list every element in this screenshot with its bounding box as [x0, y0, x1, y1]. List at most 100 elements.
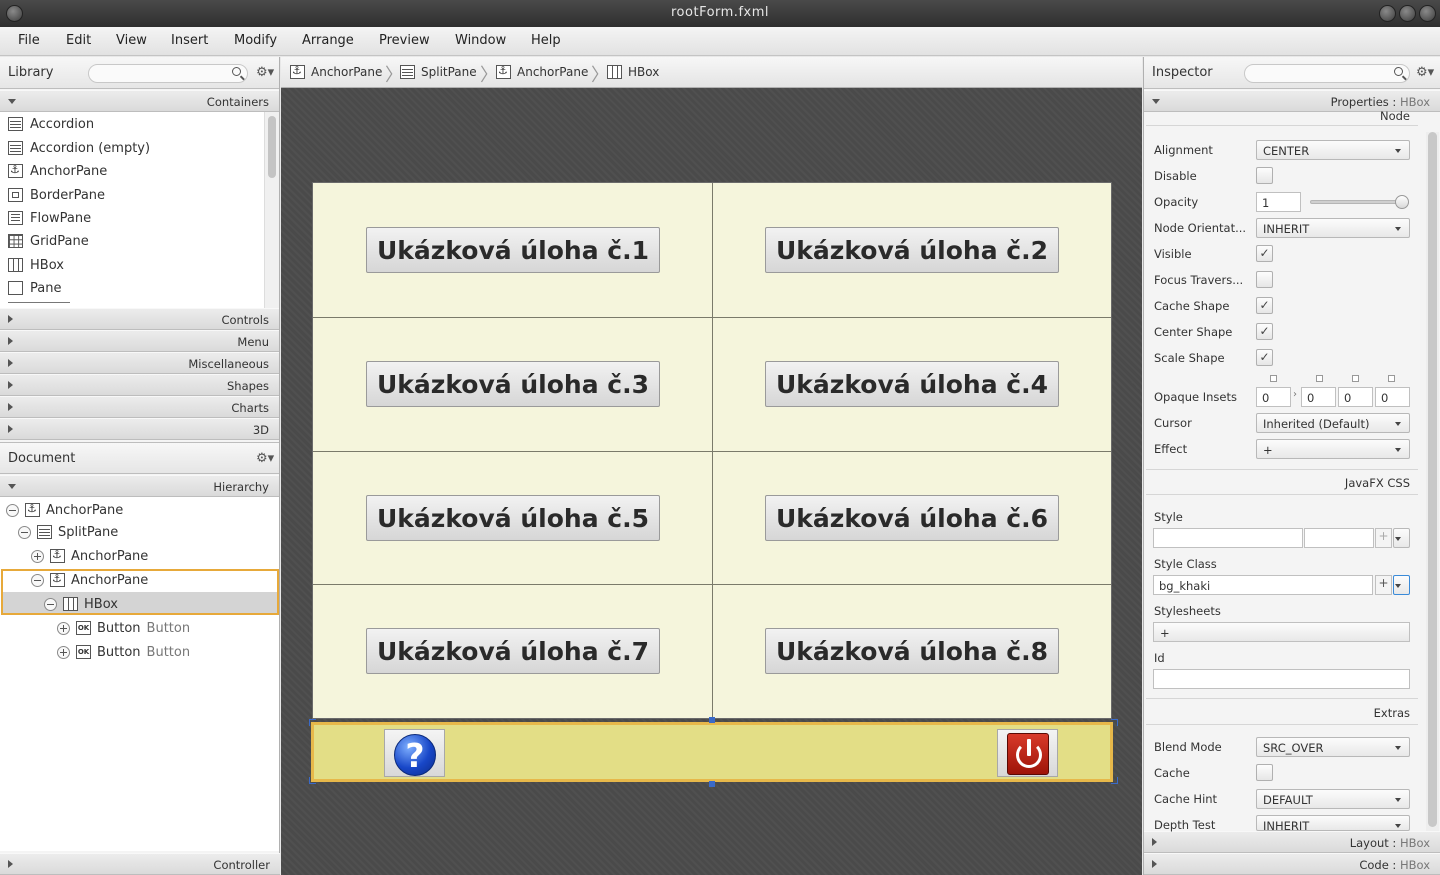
style-add-button[interactable]: +: [1375, 528, 1392, 548]
resize-handle[interactable]: [309, 719, 316, 726]
scale-shape-checkbox[interactable]: ✓: [1256, 349, 1273, 366]
inset-top-input[interactable]: 0: [1256, 387, 1291, 407]
library-item-accordion-empty[interactable]: Accordion (empty): [8, 138, 150, 158]
style-class-add-button[interactable]: +: [1375, 575, 1392, 595]
inset-link-icon[interactable]: [1352, 375, 1359, 382]
tree-node-anchorpane-1[interactable]: AnchorPane: [31, 545, 148, 567]
power-button[interactable]: [997, 729, 1058, 777]
tree-node-splitpane[interactable]: SplitPane: [18, 521, 118, 543]
focus-traversable-checkbox[interactable]: [1256, 271, 1273, 288]
library-item-borderpane[interactable]: BorderPane: [8, 185, 105, 205]
menu-arrange[interactable]: Arrange: [302, 33, 354, 48]
breadcrumb-anchorpane-1[interactable]: AnchorPane: [290, 64, 382, 79]
inset-link-icon[interactable]: [1388, 375, 1395, 382]
maximize-icon[interactable]: [1399, 5, 1416, 22]
section-controls[interactable]: Controls: [0, 308, 279, 330]
library-item-flowpane[interactable]: FlowPane: [8, 208, 91, 228]
library-item-gridpane[interactable]: GridPane: [8, 231, 89, 251]
menu-file[interactable]: File: [18, 33, 40, 48]
scrollbar-thumb[interactable]: [268, 116, 276, 178]
section-menu[interactable]: Menu: [0, 330, 279, 352]
minimize-icon[interactable]: [1379, 5, 1396, 22]
task-button-6[interactable]: Ukázková úloha č.6: [765, 495, 1059, 541]
inset-link-icon[interactable]: [1316, 375, 1323, 382]
inspector-scrollbar[interactable]: [1426, 132, 1439, 832]
close-icon[interactable]: [1419, 5, 1436, 22]
breadcrumb-anchorpane-2[interactable]: AnchorPane: [496, 64, 588, 79]
menu-modify[interactable]: Modify: [234, 33, 277, 48]
inset-right-input[interactable]: 0: [1301, 387, 1336, 407]
menu-view[interactable]: View: [116, 33, 147, 48]
tree-node-button-1[interactable]: OK Button Button: [57, 617, 190, 639]
resize-handle[interactable]: [1111, 719, 1118, 726]
style-class-menu-button[interactable]: [1393, 575, 1410, 595]
tree-node-button-2[interactable]: OK Button Button: [57, 641, 190, 663]
document-gear-icon[interactable]: ⚙▾: [256, 451, 274, 466]
expand-icon[interactable]: [57, 621, 70, 635]
section-code[interactable]: Code : HBox: [1144, 853, 1440, 875]
breadcrumb-splitpane[interactable]: SplitPane: [400, 65, 477, 79]
cache-hint-combo[interactable]: DEFAULT: [1256, 789, 1410, 809]
task-button-3[interactable]: Ukázková úloha č.3: [366, 361, 660, 407]
depth-test-combo[interactable]: INHERIT: [1256, 815, 1410, 831]
menu-window[interactable]: Window: [455, 33, 506, 48]
inset-bottom-input[interactable]: 0: [1338, 387, 1373, 407]
menu-insert[interactable]: Insert: [171, 33, 208, 48]
inspector-search-input[interactable]: [1244, 64, 1410, 83]
node-orientation-combo[interactable]: INHERIT: [1256, 218, 1410, 238]
task-button-2[interactable]: Ukázková úloha č.2: [765, 227, 1059, 273]
scrollbar-thumb[interactable]: [1428, 132, 1437, 827]
task-button-7[interactable]: Ukázková úloha č.7: [366, 628, 660, 674]
menu-edit[interactable]: Edit: [66, 33, 91, 48]
expand-icon[interactable]: [31, 549, 44, 563]
center-shape-checkbox[interactable]: ✓: [1256, 323, 1273, 340]
task-button-8[interactable]: Ukázková úloha č.8: [765, 628, 1059, 674]
library-search-input[interactable]: [88, 64, 248, 83]
inset-left-input[interactable]: 0: [1375, 387, 1410, 407]
inspector-gear-icon[interactable]: ⚙▾: [1416, 65, 1434, 80]
section-containers[interactable]: Containers: [0, 90, 279, 112]
library-item-anchorpane[interactable]: AnchorPane: [8, 161, 107, 181]
task-button-4[interactable]: Ukázková úloha č.4: [765, 361, 1059, 407]
expand-icon[interactable]: [57, 645, 70, 659]
style-value-input[interactable]: [1304, 528, 1374, 548]
style-property-input[interactable]: [1153, 528, 1303, 548]
cursor-combo[interactable]: Inherited (Default): [1256, 413, 1410, 433]
resize-handle[interactable]: [709, 781, 715, 787]
help-button[interactable]: ?: [384, 729, 445, 777]
collapse-icon[interactable]: [31, 573, 44, 587]
resize-handle[interactable]: [1111, 777, 1118, 784]
visible-checkbox[interactable]: ✓: [1256, 245, 1273, 262]
breadcrumb-hbox[interactable]: HBox: [607, 65, 659, 79]
tree-node-hbox[interactable]: HBox: [44, 593, 118, 615]
section-hierarchy[interactable]: Hierarchy: [0, 475, 279, 497]
task-button-1[interactable]: Ukázková úloha č.1: [366, 227, 660, 273]
id-input[interactable]: [1153, 669, 1410, 689]
tree-node-anchorpane-2[interactable]: AnchorPane: [31, 569, 148, 591]
task-grid[interactable]: Ukázková úloha č.1 Ukázková úloha č.2 Uk…: [312, 182, 1112, 719]
section-charts[interactable]: Charts: [0, 396, 279, 418]
collapse-icon[interactable]: [18, 525, 31, 539]
style-menu-button[interactable]: [1393, 528, 1410, 548]
library-scrollbar[interactable]: [264, 112, 279, 308]
collapse-icon[interactable]: [6, 503, 19, 517]
menu-preview[interactable]: Preview: [379, 33, 430, 48]
blend-mode-combo[interactable]: SRC_OVER: [1256, 737, 1410, 757]
opacity-slider[interactable]: [1310, 200, 1406, 204]
task-button-5[interactable]: Ukázková úloha č.5: [366, 495, 660, 541]
library-item-accordion[interactable]: Accordion: [8, 114, 94, 134]
section-shapes[interactable]: Shapes: [0, 374, 279, 396]
menu-help[interactable]: Help: [531, 33, 561, 48]
tree-node-anchorpane-root[interactable]: AnchorPane: [6, 499, 123, 521]
library-gear-icon[interactable]: ⚙▾: [256, 65, 274, 80]
section-controller[interactable]: Controller: [0, 853, 280, 875]
cache-checkbox[interactable]: [1256, 764, 1273, 781]
stylesheets-add-button[interactable]: +: [1153, 622, 1410, 642]
effect-combo[interactable]: +: [1256, 439, 1410, 459]
disable-checkbox[interactable]: [1256, 167, 1273, 184]
cache-shape-checkbox[interactable]: ✓: [1256, 297, 1273, 314]
section-miscellaneous[interactable]: Miscellaneous: [0, 352, 279, 374]
inset-link-icon[interactable]: [1270, 375, 1277, 382]
library-item-hbox[interactable]: HBox: [8, 255, 64, 275]
collapse-icon[interactable]: [44, 597, 57, 611]
